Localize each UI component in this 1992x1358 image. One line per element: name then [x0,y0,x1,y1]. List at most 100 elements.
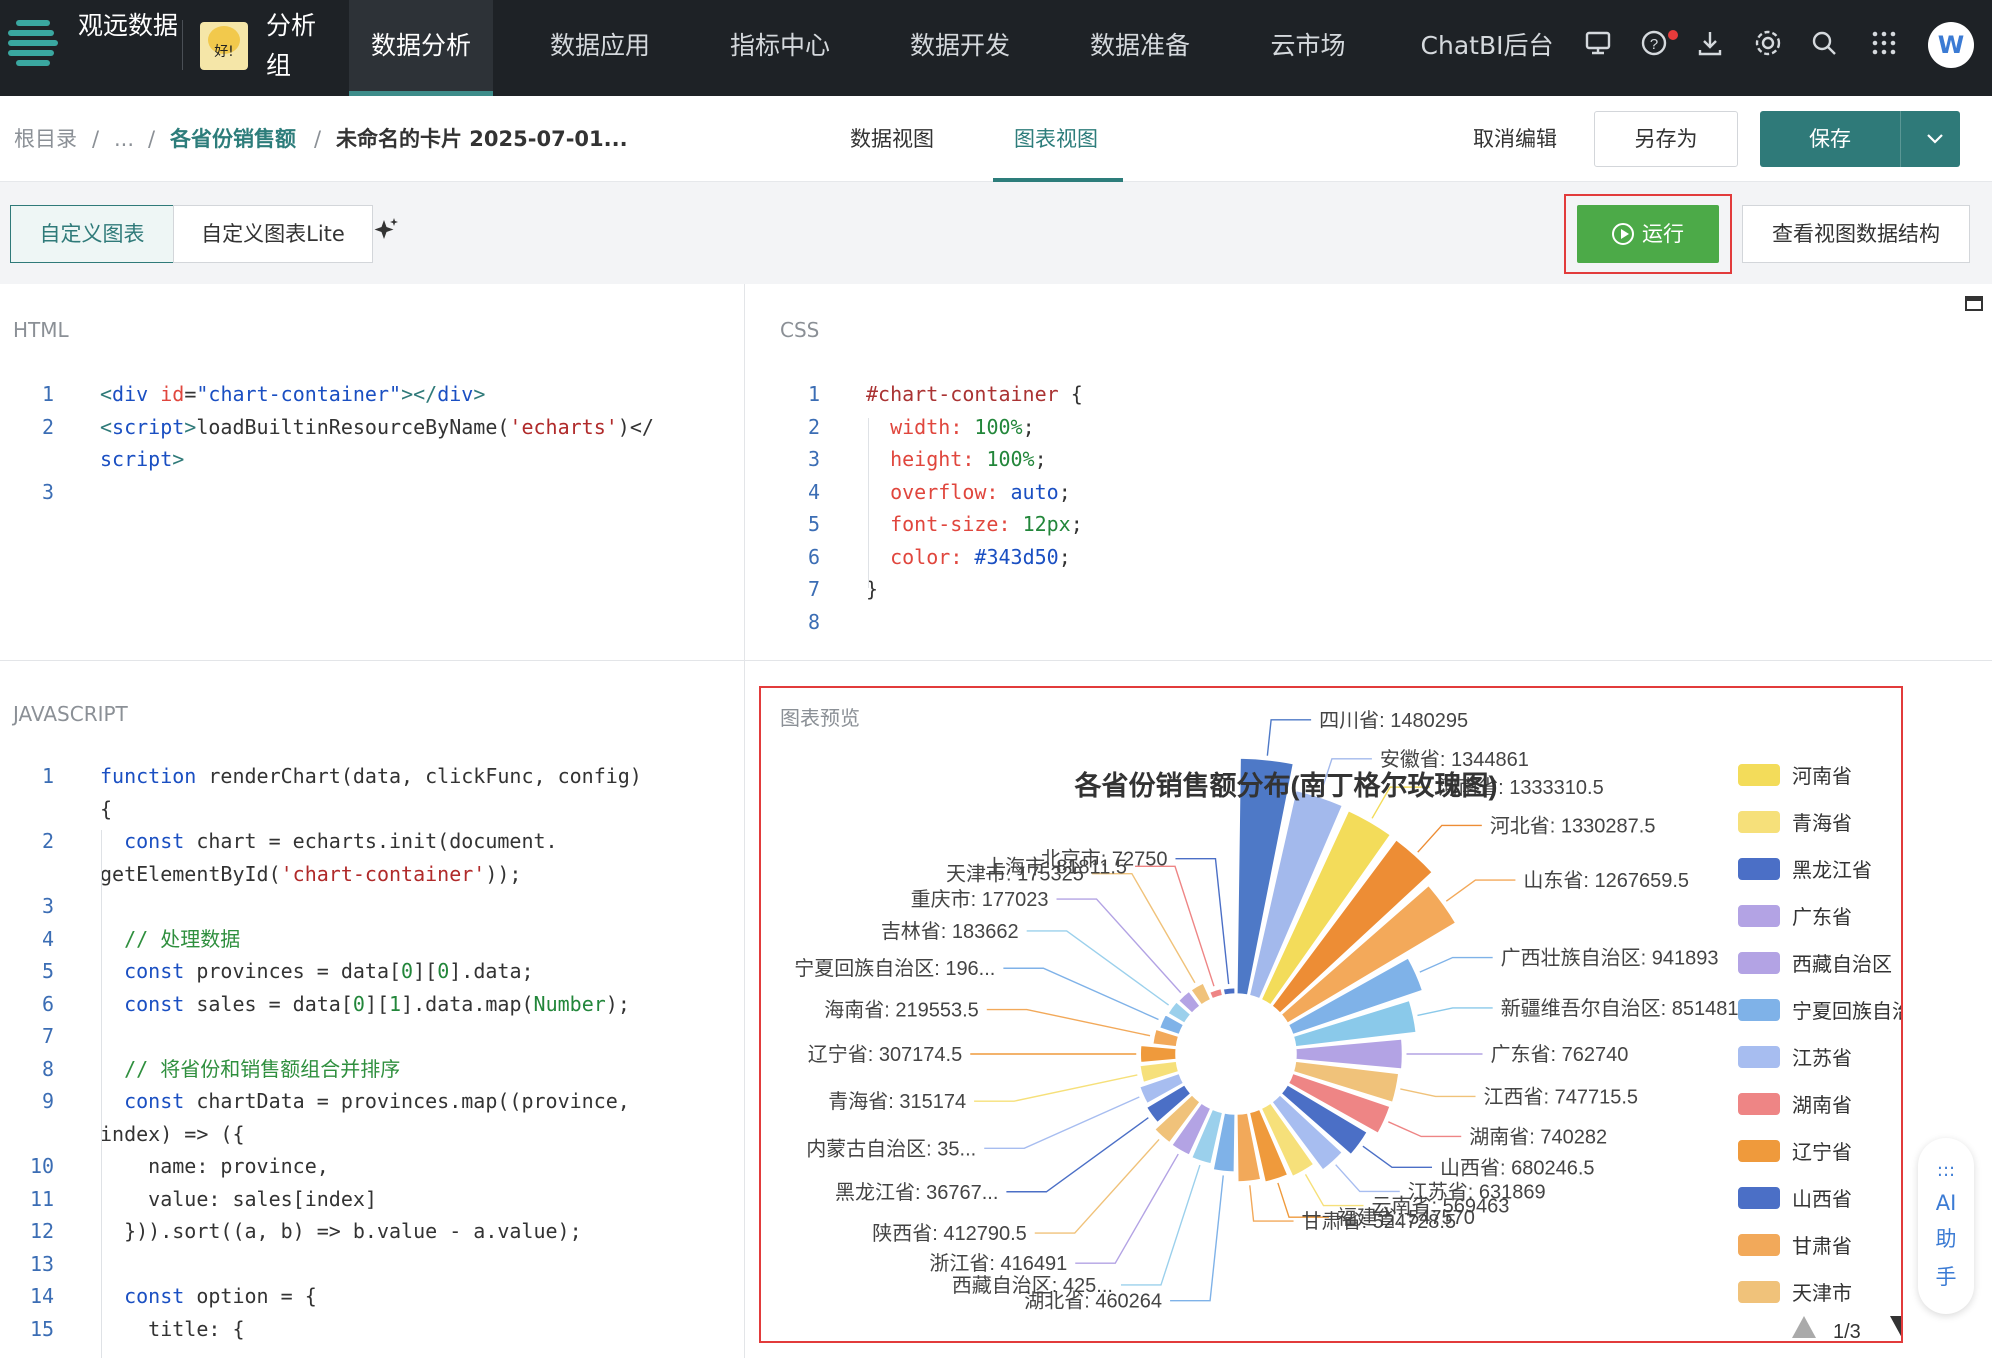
chevron-down-icon[interactable] [1910,111,1960,167]
data-label: 四川省: 1480295 [1319,709,1468,732]
legend-swatch [1738,1234,1780,1256]
help-icon[interactable]: ? [1636,28,1672,64]
code-line[interactable]: const sales = data[0][1].data.map(Number… [100,988,630,1021]
search-icon[interactable] [1806,28,1842,64]
code-token: )</ [617,414,654,439]
top-navigation-bar: 观远数据 好! 分析组 数据分析 数据应用 指标中心 数据开发 数据准备 云市场… [0,0,1992,96]
download-icon[interactable] [1692,28,1728,64]
code-line[interactable]: <script>loadBuiltinResourceByName('echar… [100,411,654,444]
data-label: 广西壮族自治区: 941893 [1501,947,1719,970]
code-line[interactable]: { [100,793,112,826]
breadcrumb-root[interactable]: 根目录 [14,126,77,152]
breadcrumb-separator: / [148,127,156,151]
breadcrumb-folder[interactable]: 各省份销售额 [170,126,296,152]
nav-data-development[interactable]: 数据开发 [890,0,1030,96]
tab-chart-view[interactable]: 图表视图 [1014,125,1098,153]
code-line[interactable]: font-size: 12px; [866,508,1083,541]
code-token: ; [1070,512,1083,536]
tab-data-view[interactable]: 数据视图 [850,125,934,153]
data-label: 新疆维吾尔自治区: 851481 [1501,997,1739,1020]
panel-divider-horizontal[interactable] [0,660,1992,661]
data-label: 山西省: 680246.5 [1440,1156,1595,1179]
group-avatar-text: 好! [214,44,234,60]
code-token: 100% [986,447,1035,471]
play-circle-icon [1612,223,1634,245]
code-line[interactable]: // 处理数据 [100,923,240,956]
nav-cloud-market[interactable]: 云市场 [1250,0,1366,96]
code-token: #343d50 [974,544,1059,569]
code-line[interactable]: name: province, [100,1150,329,1183]
code-token: color [890,544,951,569]
code-line[interactable]: <div id="chart-container"></div> [100,378,485,411]
panel-divider-vertical[interactable] [744,284,745,1358]
cancel-edit-button[interactable]: 取消编辑 [1460,111,1570,167]
view-data-structure-button[interactable]: 查看视图数据结构 [1742,205,1970,263]
code-line[interactable]: // 将省份和销售额组合并排序 [100,1053,400,1086]
code-line[interactable]: })).sort((a, b) => b.value - a.value); [100,1215,582,1248]
line-number: 4 [807,479,820,504]
leader-line [1170,1175,1224,1302]
line-number: 15 [30,1316,55,1341]
code-line[interactable]: title: { [100,1313,244,1346]
run-button[interactable]: 运行 [1577,205,1719,263]
data-label: 重庆市: 177023 [911,888,1049,911]
data-label: 安徽省: 1344861 [1380,748,1529,771]
data-label: 浙江省: 416491 [929,1252,1067,1275]
line-number: 7 [41,1024,54,1048]
app-grid-icon[interactable] [1866,28,1902,64]
code-line[interactable]: #chart-container { [866,378,1083,411]
line-number: 5 [41,959,54,983]
code-line[interactable]: function renderChart(data, clickFunc, co… [100,760,642,793]
code-token: )); [485,861,522,886]
line-number: 1 [41,382,54,406]
code-token: width [890,414,951,439]
code-line[interactable]: getElementById('chart-container')); [100,858,521,891]
leader-line [1175,858,1230,985]
settings-gear-icon[interactable] [1750,28,1786,64]
group-avatar[interactable]: 好! [200,22,248,70]
nav-metrics-center[interactable]: 指标中心 [710,0,850,96]
data-label: 河北省: 1330287.5 [1490,814,1656,837]
maximize-icon[interactable] [1965,296,1983,311]
user-avatar[interactable]: W [1928,22,1974,68]
leader-line [1003,967,1159,1021]
code-line[interactable]: script> [100,443,184,476]
brand-name[interactable]: 观远数据 [78,6,178,46]
tab-custom-chart-lite[interactable]: 自定义图表Lite [173,205,373,263]
nav-data-preparation[interactable]: 数据准备 [1070,0,1210,96]
code-line[interactable]: overflow: auto; [866,476,1071,509]
nav-data-analysis[interactable]: 数据分析 [349,0,493,96]
ai-assistant-button[interactable]: ::: AI 助 手 [1918,1138,1974,1314]
data-label: 江西省: 747715.5 [1484,1085,1639,1108]
code-token: script [100,447,173,471]
tab-custom-chart[interactable]: 自定义图表 [10,205,174,263]
code-line[interactable]: const provinces = data[0][0].data; [100,955,533,988]
code-line[interactable]: height: 100%; [866,443,1047,476]
breadcrumb-ellipsis[interactable]: ... [114,126,134,152]
leader-line [1120,1164,1201,1286]
monitor-icon[interactable] [1580,28,1616,64]
code-token: 100% [974,414,1023,439]
leader-line [1249,1185,1294,1222]
line-number: 8 [807,609,820,634]
code-line[interactable]: color: #343d50; [866,541,1071,574]
save-button[interactable]: 保存 [1760,111,1960,167]
save-as-button[interactable]: 另存为 [1594,111,1738,167]
code-line[interactable]: value: sales[index] [100,1183,377,1216]
code-line[interactable]: index) => ({ [100,1118,245,1151]
nav-data-application[interactable]: 数据应用 [530,0,670,96]
code-line[interactable]: const option = { [100,1280,317,1313]
code-line[interactable]: const chart = echarts.init(document. [100,825,557,858]
code-token: 1 [389,991,402,1016]
code-line[interactable]: const chartData = provinces.map((provinc… [100,1085,630,1118]
nav-chatbi-admin[interactable]: ChatBI后台 [1412,0,1562,96]
line-number: 6 [807,544,820,569]
rose-slice [1222,986,1236,997]
app-logo-icon[interactable] [8,18,58,70]
ai-sparkle-icon[interactable] [372,216,400,251]
line-number: 1 [807,382,820,406]
group-name[interactable]: 分析组 [266,6,326,86]
code-line[interactable]: width: 100%; [866,411,1035,444]
